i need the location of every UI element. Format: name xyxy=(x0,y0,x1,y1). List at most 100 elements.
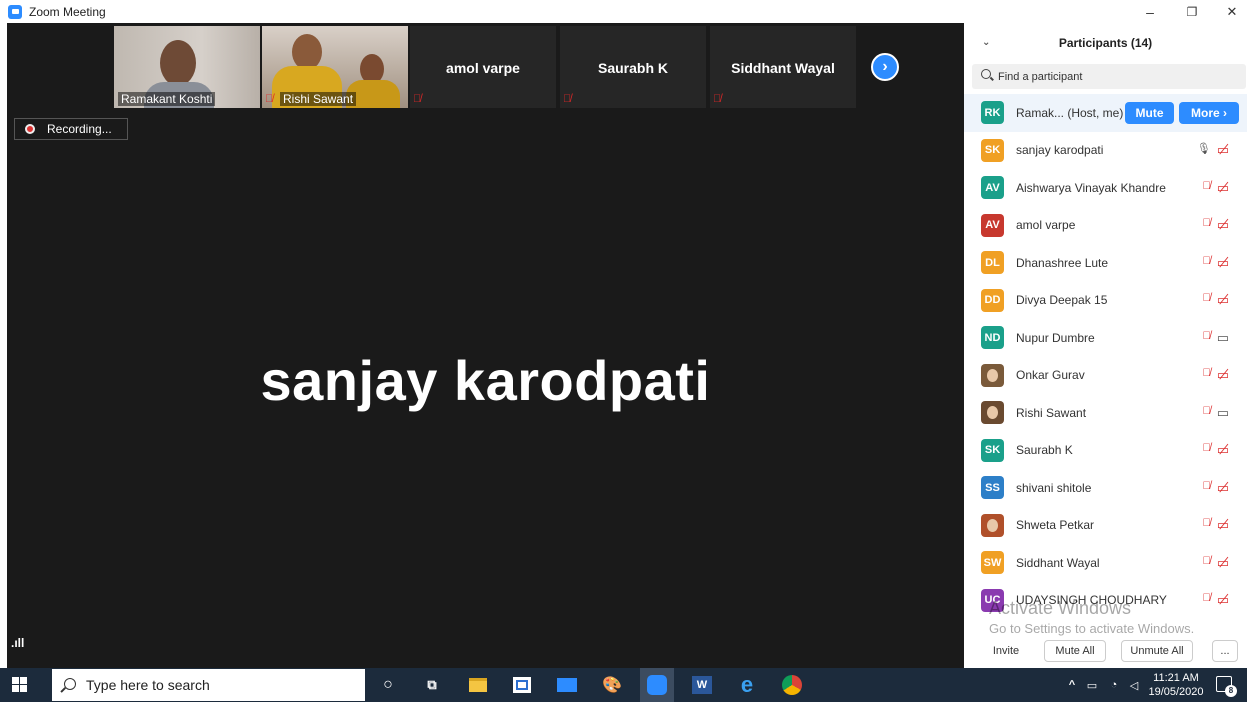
participant-status-icons: 🎙̸ ▭̸ xyxy=(1202,217,1229,233)
mute-button[interactable]: Mute xyxy=(1125,101,1174,124)
avatar-photo xyxy=(981,513,1004,537)
store-icon[interactable] xyxy=(510,673,534,697)
participant-status-icons: 🎙̸ ▭̸ xyxy=(1202,592,1229,608)
avatar: RK xyxy=(981,101,1004,125)
video-thumbnail[interactable]: amol varpe 🎙̸ xyxy=(410,26,556,108)
participant-row[interactable]: SS shivani shitole 🎙̸ ▭̸ xyxy=(964,469,1247,507)
clock-date: 19/05/2020 xyxy=(1148,686,1204,698)
participants-panel: ⌄ Participants (14) Find a participant R… xyxy=(964,23,1247,668)
cortana-icon[interactable]: ○ xyxy=(376,673,400,697)
mic-muted-icon: 🎙̸ xyxy=(563,93,572,105)
participant-status-icons: 🎙̸ ▭ xyxy=(1202,405,1229,421)
more-options-button[interactable]: ... xyxy=(1212,640,1238,662)
participant-status-icons: 🎙̸ ▭̸ xyxy=(1202,292,1229,308)
mail-icon[interactable] xyxy=(555,673,579,697)
mic-muted-icon: 🎙̸ xyxy=(713,93,722,105)
volume-icon[interactable]: ◁ xyxy=(1122,673,1146,697)
video-off-icon: ▭̸ xyxy=(1216,142,1229,158)
mic-muted-icon: 🎙̸ xyxy=(1202,217,1211,230)
participant-row-host[interactable]: RK Ramak... (Host, me) Mute More › xyxy=(964,94,1247,132)
participant-name: Rishi Sawant xyxy=(1016,405,1087,420)
signal-strength-icon[interactable]: .ıll xyxy=(11,636,24,650)
video-thumbnail[interactable]: 🎙̸ Rishi Sawant xyxy=(262,26,408,108)
task-view-icon[interactable]: ⧉ xyxy=(420,673,444,697)
participant-search-input[interactable]: Find a participant xyxy=(972,64,1246,89)
recording-label: Recording... xyxy=(47,122,112,136)
participant-row[interactable]: SK sanjay karodpati 🎙 ▭̸ xyxy=(964,132,1247,170)
avatar: DL xyxy=(981,251,1004,275)
window-title: Zoom Meeting xyxy=(29,4,106,19)
participant-status-icons: 🎙̸ ▭̸ xyxy=(1202,442,1229,458)
participant-row[interactable]: Rishi Sawant 🎙̸ ▭ xyxy=(964,394,1247,432)
word-icon[interactable]: W xyxy=(690,673,714,697)
file-explorer-icon[interactable] xyxy=(466,673,490,697)
participant-status-icons: 🎙̸ ▭̸ xyxy=(1202,180,1229,196)
zoom-taskbar-icon[interactable] xyxy=(645,673,669,697)
participant-row[interactable]: DL Dhanashree Lute 🎙̸ ▭̸ xyxy=(964,244,1247,282)
avatar-face xyxy=(987,406,998,420)
clock-time: 11:21 AM xyxy=(1153,672,1199,684)
participant-name: Dhanashree Lute xyxy=(1016,255,1109,270)
thumbnail-name: amol varpe xyxy=(446,60,520,76)
clock[interactable]: 11:21 AM 19/05/2020 xyxy=(1146,671,1206,699)
avatar-face xyxy=(987,368,998,382)
paint-icon[interactable]: 🎨 xyxy=(600,673,624,697)
video-thumbnail[interactable]: Saurabh K 🎙̸ xyxy=(560,26,706,108)
video-off-icon: ▭̸ xyxy=(1216,517,1229,533)
participant-status-icons: 🎙 ▭̸ xyxy=(1197,142,1229,158)
notification-count-badge: 8 xyxy=(1225,685,1237,697)
participant-row[interactable]: AV Aishwarya Vinayak Khandre 🎙̸ ▭̸ xyxy=(964,169,1247,207)
unmute-all-button[interactable]: Unmute All xyxy=(1121,640,1193,662)
mic-muted-icon: 🎙̸ xyxy=(1202,442,1211,455)
video-off-icon: ▭̸ xyxy=(1216,217,1229,233)
avatar: SK xyxy=(981,438,1004,462)
taskbar-search-input[interactable]: Type here to search xyxy=(52,669,365,701)
next-page-button[interactable]: › xyxy=(871,53,899,81)
participant-row[interactable]: Onkar Gurav 🎙̸ ▭̸ xyxy=(964,357,1247,395)
invite-button[interactable]: Invite xyxy=(981,640,1031,662)
participant-row[interactable]: ND Nupur Dumbre 🎙̸ ▭ xyxy=(964,319,1247,357)
participant-status-icons: 🎙̸ ▭ xyxy=(1202,330,1229,346)
participant-row[interactable]: Shweta Petkar 🎙̸ ▭̸ xyxy=(964,507,1247,545)
recording-indicator[interactable]: Recording... xyxy=(14,118,128,140)
participant-name: Aishwarya Vinayak Khandre xyxy=(1016,180,1166,195)
restore-button[interactable]: ❐ xyxy=(1172,0,1212,23)
mic-muted-icon: 🎙̸ xyxy=(1202,292,1211,305)
video-thumbnail[interactable]: Siddhant Wayal 🎙̸ xyxy=(710,26,856,108)
participants-header: ⌄ Participants (14) xyxy=(964,23,1247,63)
zoom-app-icon xyxy=(8,4,22,19)
video-off-icon: ▭̸ xyxy=(1216,254,1229,270)
participant-name: sanjay karodpati xyxy=(1016,143,1104,158)
avatar: SK xyxy=(981,138,1004,162)
edge-icon[interactable]: e xyxy=(735,672,759,697)
video-off-icon: ▭̸ xyxy=(1216,479,1229,495)
collapse-panel-icon[interactable]: ⌄ xyxy=(982,37,990,48)
more-button[interactable]: More › xyxy=(1179,101,1239,124)
participant-row[interactable]: SW Siddhant Wayal 🎙̸ ▭̸ xyxy=(964,544,1247,582)
thumbnail-label: Ramakant Koshti xyxy=(118,92,216,106)
chrome-icon[interactable] xyxy=(780,673,804,697)
mic-muted-icon: 🎙̸ xyxy=(1202,404,1211,417)
action-center-icon[interactable]: 8 xyxy=(1216,676,1237,697)
participant-row[interactable]: DD Divya Deepak 15 🎙̸ ▭̸ xyxy=(964,282,1247,320)
avatar: AV xyxy=(981,213,1004,237)
close-button[interactable]: ✕ xyxy=(1212,0,1247,23)
title-bar: Zoom Meeting – ❐ ✕ xyxy=(0,0,1247,23)
participant-list: RK Ramak... (Host, me) Mute More › SK san… xyxy=(964,94,1247,619)
mute-all-button[interactable]: Mute All xyxy=(1044,640,1106,662)
participant-name: Shweta Petkar xyxy=(1016,518,1095,533)
participant-row[interactable]: AV amol varpe 🎙̸ ▭̸ xyxy=(964,207,1247,245)
network-icon[interactable]: ▭ xyxy=(1080,673,1104,697)
video-off-icon: ▭̸ xyxy=(1216,592,1229,608)
video-thumbnail[interactable]: Ramakant Koshti xyxy=(114,26,260,108)
avatar: SW xyxy=(981,551,1004,575)
windows-start-icon[interactable] xyxy=(12,677,28,693)
video-off-icon: ▭̸ xyxy=(1216,554,1229,570)
participant-name: Onkar Gurav xyxy=(1016,368,1085,383)
minimize-button[interactable]: – xyxy=(1130,0,1170,23)
participant-row[interactable]: SK Saurabh K 🎙̸ ▭̸ xyxy=(964,432,1247,470)
search-placeholder: Find a participant xyxy=(998,70,1083,83)
participant-status-icons: 🎙̸ ▭̸ xyxy=(1202,367,1229,383)
video-icon: ▭ xyxy=(1216,404,1229,420)
thumbnail-name: Siddhant Wayal xyxy=(731,60,835,76)
